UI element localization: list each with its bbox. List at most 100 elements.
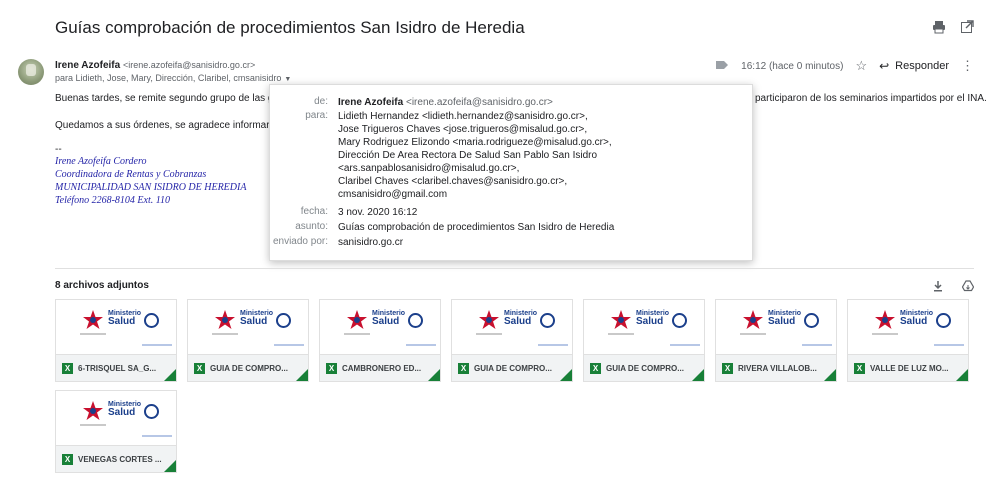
sheet-corner-icon xyxy=(560,367,572,381)
attachment-name: GUIA DE COMPRO... xyxy=(474,364,552,373)
sheet-corner-icon xyxy=(692,367,704,381)
ministerio-logo-icon xyxy=(479,310,499,329)
logo-circle xyxy=(408,313,423,328)
attachment-actions xyxy=(932,279,975,297)
reply-label: Responder xyxy=(895,60,949,72)
open-new-window-icon[interactable] xyxy=(960,20,974,34)
ministerio-logo-icon xyxy=(83,401,103,420)
ministerio-logo-icon xyxy=(743,310,763,329)
attachment-card[interactable]: Ministerio Salud X GUIA DE COMPRO... xyxy=(583,299,705,382)
sender-email: <irene.azofeifa@sanisidro.go.cr> xyxy=(122,60,256,70)
attachment-thumbnail: Ministerio Salud xyxy=(848,300,968,356)
email-subject: Guías comprobación de procedimientos San… xyxy=(55,18,525,37)
logo-text: Ministerio Salud xyxy=(372,310,406,327)
divider xyxy=(55,268,974,269)
popup-para-line: Mary Rodriguez Elizondo <maria.rodriguez… xyxy=(338,137,612,148)
signature-dash: -- xyxy=(55,144,62,155)
popup-label-enviado: enviado por: xyxy=(272,236,328,247)
attachment-thumbnail: Ministerio Salud xyxy=(56,391,176,447)
drive-icon[interactable] xyxy=(961,279,975,297)
sheet-corner-icon xyxy=(296,367,308,381)
popup-row-de: de: Irene Azofeifa <irene.azofeifa@sanis… xyxy=(270,96,553,109)
star-icon[interactable]: ☆ xyxy=(855,58,867,74)
logo-text: Ministerio Salud xyxy=(108,310,142,327)
logo-text: Ministerio Salud xyxy=(636,310,670,327)
popup-fecha: 3 nov. 2020 16:12 xyxy=(338,207,418,218)
popup-label-asunto: asunto: xyxy=(295,221,328,232)
signature-org: MUNICIPALIDAD SAN ISIDRO DE HEREDIA xyxy=(55,182,247,193)
excel-icon: X xyxy=(722,363,733,374)
logo-circle xyxy=(804,313,819,328)
print-icon[interactable] xyxy=(932,20,946,34)
popup-de-name: Irene Azofeifa xyxy=(338,97,404,108)
popup-row-asunto: asunto: Guías comprobación de procedimie… xyxy=(270,221,614,234)
popup-de-email: <irene.azofeifa@sanisidro.go.cr> xyxy=(405,97,553,108)
attachments-title: 8 archivos adjuntos xyxy=(55,280,149,291)
message-time: 16:12 (hace 0 minutos) xyxy=(741,60,844,72)
sheet-corner-icon xyxy=(824,367,836,381)
excel-icon: X xyxy=(326,363,337,374)
excel-icon: X xyxy=(62,454,73,465)
ministerio-logo-icon xyxy=(347,310,367,329)
excel-icon: X xyxy=(194,363,205,374)
popup-para-line: <ars.sanpablosanisidro@misalud.go.cr>, xyxy=(338,163,520,174)
logo-circle xyxy=(936,313,951,328)
download-icon[interactable] xyxy=(932,279,944,297)
attachment-name: 6-TRISQUEL SA_G... xyxy=(78,364,157,373)
attachment-card[interactable]: Ministerio Salud X VENEGAS CORTES ... xyxy=(55,390,177,473)
message-meta: 16:12 (hace 0 minutos) ☆ ↩ Responder ⋮ xyxy=(715,58,974,74)
ministerio-logo-icon xyxy=(875,310,895,329)
signature-role: Coordinadora de Rentas y Cobranzas xyxy=(55,169,207,180)
logo-text: Ministerio Salud xyxy=(240,310,274,327)
recipients-summary[interactable]: para Lidieth, Jose, Mary, Dirección, Cla… xyxy=(55,73,291,83)
logo-text: Ministerio Salud xyxy=(900,310,934,327)
popup-label-de: de: xyxy=(314,96,328,107)
popup-para-line: cmsanisidro@gmail.com xyxy=(338,189,448,200)
popup-label-para: para: xyxy=(305,110,328,121)
more-icon[interactable]: ⋮ xyxy=(961,58,974,74)
popup-para-line: Dirección De Area Rectora De Salud San P… xyxy=(338,150,598,161)
sheet-corner-icon xyxy=(956,367,968,381)
avatar[interactable] xyxy=(18,59,44,85)
logo-circle xyxy=(672,313,687,328)
sender-name[interactable]: Irene Azofeifa xyxy=(55,60,120,71)
sheet-corner-icon xyxy=(164,458,176,472)
body-line-2: Quedamos a sus órdenes, se agradece info… xyxy=(55,120,300,131)
attachment-name: CAMBRONERO ED... xyxy=(342,364,422,373)
excel-icon: X xyxy=(62,363,73,374)
attachment-card[interactable]: Ministerio Salud X GUIA DE COMPRO... xyxy=(187,299,309,382)
attachment-name: VENEGAS CORTES ... xyxy=(78,455,162,464)
excel-icon: X xyxy=(458,363,469,374)
attachment-card[interactable]: Ministerio Salud X CAMBRONERO ED... xyxy=(319,299,441,382)
popup-enviado: sanisidro.go.cr xyxy=(338,237,404,248)
attachment-card[interactable]: Ministerio Salud X RIVERA VILLALOB... xyxy=(715,299,837,382)
popup-para-line: Claribel Chaves <claribel.chaves@sanisid… xyxy=(338,176,568,187)
popup-row-enviado: enviado por: sanisidro.go.cr xyxy=(270,236,403,249)
excel-icon: X xyxy=(854,363,865,374)
popup-label-fecha: fecha: xyxy=(300,206,328,217)
label-icon[interactable] xyxy=(715,60,729,73)
popup-row-para: para: Lidieth Hernandez <lidieth.hernand… xyxy=(270,110,612,201)
attachment-card[interactable]: Ministerio Salud X VALLE DE LUZ MO... xyxy=(847,299,969,382)
sheet-corner-icon xyxy=(164,367,176,381)
attachment-thumbnail: Ministerio Salud xyxy=(320,300,440,356)
reply-button[interactable]: ↩ Responder xyxy=(879,59,949,73)
attachment-thumbnail: Ministerio Salud xyxy=(452,300,572,356)
chevron-down-icon[interactable]: ▼ xyxy=(284,76,291,83)
attachment-thumbnail: Ministerio Salud xyxy=(56,300,176,356)
logo-text: Ministerio Salud xyxy=(504,310,538,327)
popup-row-fecha: fecha: 3 nov. 2020 16:12 xyxy=(270,206,418,219)
logo-circle xyxy=(144,404,159,419)
logo-text: Ministerio Salud xyxy=(768,310,802,327)
attachment-card[interactable]: Ministerio Salud X GUIA DE COMPRO... xyxy=(451,299,573,382)
top-actions xyxy=(932,20,974,34)
popup-asunto: Guías comprobación de procedimientos San… xyxy=(338,222,615,233)
excel-icon: X xyxy=(590,363,601,374)
body-line-1: Buenas tardes, se remite segundo grupo d… xyxy=(55,93,301,104)
logo-text: Ministerio Salud xyxy=(108,401,142,418)
ministerio-logo-icon xyxy=(215,310,235,329)
attachment-card[interactable]: Ministerio Salud X 6-TRISQUEL SA_G... xyxy=(55,299,177,382)
signature-phone: Teléfono 2268-8104 Ext. 110 xyxy=(55,195,170,206)
message-details-popup: de: Irene Azofeifa <irene.azofeifa@sanis… xyxy=(269,84,753,261)
attachment-name: GUIA DE COMPRO... xyxy=(606,364,684,373)
